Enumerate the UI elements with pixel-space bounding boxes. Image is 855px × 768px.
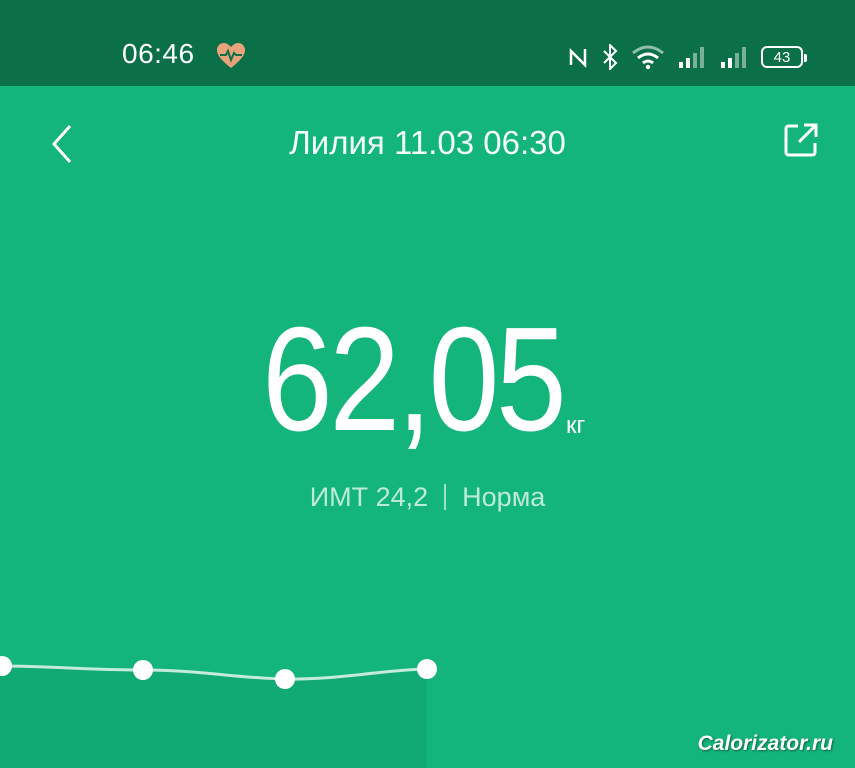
chart-point[interactable] xyxy=(275,669,295,689)
nfc-icon xyxy=(569,47,587,69)
weight-value: 62,05 xyxy=(262,297,567,462)
watermark: Calorizator.ru xyxy=(697,732,833,755)
bmi-line: ИМТ 24,2 Норма xyxy=(0,482,855,513)
weight-unit: кг xyxy=(566,412,586,439)
header: Лилия 11.03 06:30 xyxy=(0,86,855,198)
chart-point[interactable] xyxy=(133,660,153,680)
heart-monitor-icon xyxy=(217,43,245,68)
status-icons: 43 xyxy=(567,42,807,72)
battery-level: 43 xyxy=(773,48,791,66)
page-title: Лилия 11.03 06:30 xyxy=(289,124,566,161)
bmi-status: Норма xyxy=(462,482,546,512)
status-time: 06:46 xyxy=(122,38,195,69)
bluetooth-icon xyxy=(603,44,618,70)
bmi-divider xyxy=(444,484,447,510)
signal-icon xyxy=(679,47,704,68)
weight-display: 62,05 кг xyxy=(0,300,855,460)
signal-icon-2 xyxy=(721,47,746,68)
wifi-icon xyxy=(632,45,664,70)
bmi-value: ИМТ 24,2 xyxy=(309,482,429,512)
chart-point[interactable] xyxy=(417,659,437,679)
battery-icon: 43 xyxy=(761,46,807,68)
share-icon[interactable] xyxy=(783,122,819,158)
chart-area xyxy=(0,666,427,768)
status-bar: 06:46 43 xyxy=(0,0,855,86)
